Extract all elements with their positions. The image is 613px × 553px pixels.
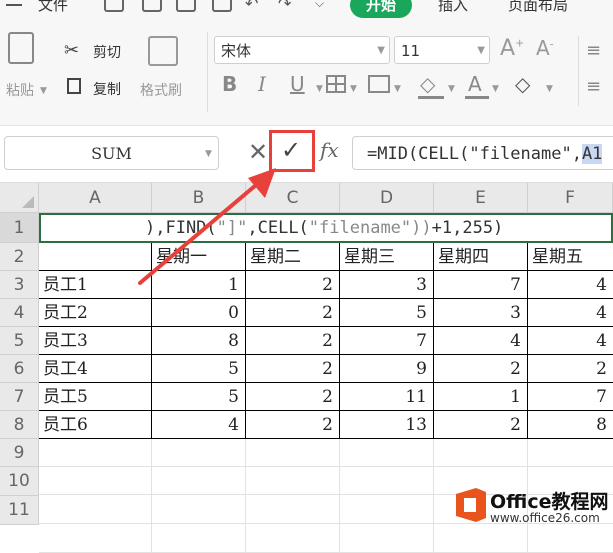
logo-name: Office教程网	[490, 491, 609, 513]
logo-url: www.office26.com	[490, 511, 600, 525]
office-logo-icon	[456, 488, 486, 522]
annotation-arrow	[138, 168, 276, 285]
